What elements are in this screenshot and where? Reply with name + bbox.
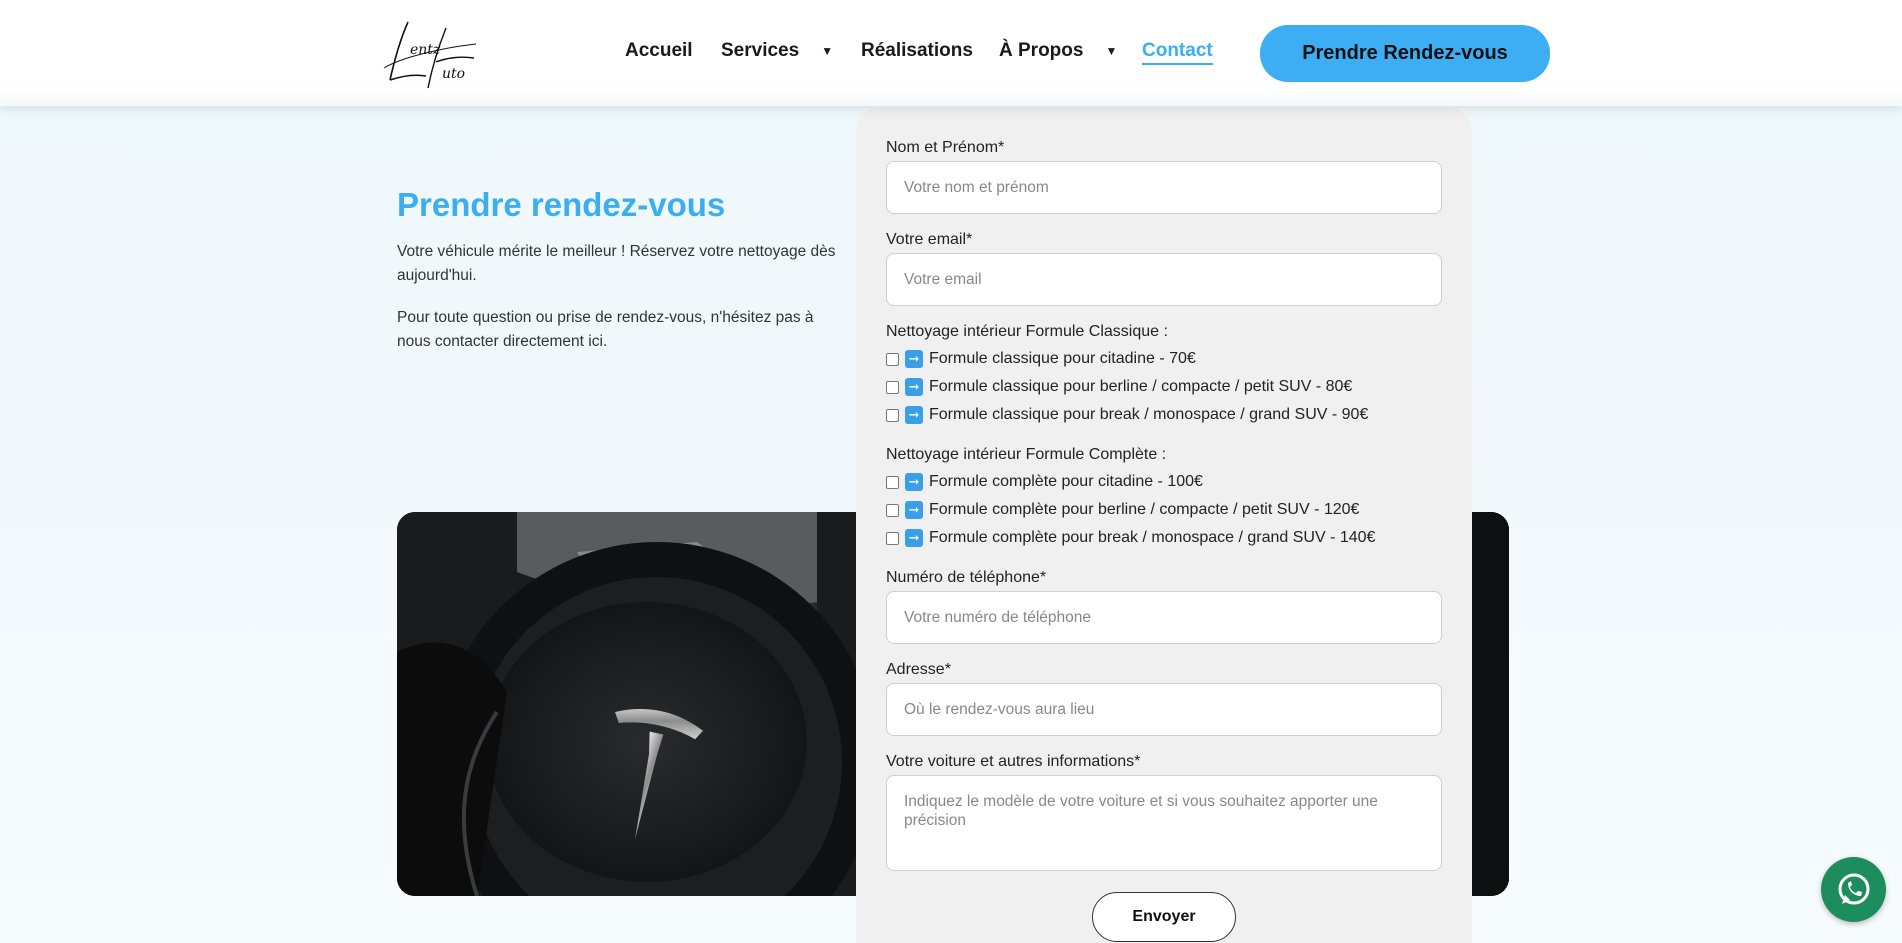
email-label: Votre email* bbox=[886, 231, 973, 248]
complete-option-1[interactable]: ➞ Formule complète pour citadine - 100€ bbox=[886, 473, 1203, 491]
complete-option-3-label: Formule complète pour break / monospace … bbox=[929, 529, 1376, 546]
nav-accueil-label: Accueil bbox=[625, 40, 693, 61]
nav-services-label: Services bbox=[721, 40, 800, 61]
classic-option-2[interactable]: ➞ Formule classique pour berline / compa… bbox=[886, 378, 1352, 396]
classic-option-3[interactable]: ➞ Formule classique pour break / monospa… bbox=[886, 406, 1368, 424]
checkbox[interactable] bbox=[886, 408, 899, 422]
whatsapp-icon bbox=[1838, 873, 1869, 904]
classic-option-1[interactable]: ➞ Formule classique pour citadine - 70€ bbox=[886, 350, 1196, 368]
checkbox[interactable] bbox=[886, 380, 899, 394]
classic-option-1-label: Formule classique pour citadine - 70€ bbox=[929, 350, 1196, 367]
submit-button[interactable]: Envoyer bbox=[1092, 892, 1236, 942]
site-header: entz uto Accueil Services ▼ Réalisations… bbox=[0, 0, 1902, 106]
checkbox[interactable] bbox=[886, 531, 899, 545]
phone-input[interactable]: Votre numéro de téléphone bbox=[886, 591, 1442, 644]
classic-option-2-label: Formule classique pour berline / compact… bbox=[929, 378, 1353, 395]
complete-option-2-label: Formule complète pour berline / compacte… bbox=[929, 501, 1360, 518]
right-arrow-icon: ➞ bbox=[905, 529, 923, 547]
nav-contact[interactable]: Contact bbox=[1142, 40, 1213, 65]
main-nav: Accueil Services ▼ Réalisations À Propos… bbox=[0, 0, 1902, 106]
right-arrow-icon: ➞ bbox=[905, 378, 923, 396]
intro-section: Prendre rendez-vous Votre véhicule mérit… bbox=[397, 186, 847, 372]
book-appointment-button[interactable]: Prendre Rendez-vous bbox=[1260, 25, 1550, 82]
checkbox[interactable] bbox=[886, 475, 899, 489]
checkbox[interactable] bbox=[886, 503, 899, 517]
right-arrow-icon: ➞ bbox=[905, 350, 923, 368]
nav-contact-label: Contact bbox=[1142, 40, 1213, 61]
intro-paragraph-1: Votre véhicule mérite le meilleur ! Rése… bbox=[397, 243, 836, 284]
right-arrow-icon: ➞ bbox=[905, 473, 923, 491]
nav-services[interactable]: Services ▼ bbox=[721, 40, 833, 62]
nav-a-propos[interactable]: À Propos ▼ bbox=[999, 40, 1117, 62]
classic-heading: Nettoyage intérieur Formule Classique : bbox=[886, 323, 1168, 340]
nav-accueil[interactable]: Accueil bbox=[625, 40, 693, 62]
complete-option-2[interactable]: ➞ Formule complète pour berline / compac… bbox=[886, 501, 1359, 519]
caret-down-icon: ▼ bbox=[1105, 44, 1118, 58]
intro-paragraph-2: Pour toute question ou prise de rendez-v… bbox=[397, 309, 814, 350]
nav-a-propos-label: À Propos bbox=[999, 40, 1084, 61]
caret-down-icon: ▼ bbox=[821, 44, 834, 58]
right-arrow-icon: ➞ bbox=[905, 501, 923, 519]
complete-option-1-label: Formule complète pour citadine - 100€ bbox=[929, 473, 1203, 490]
whatsapp-button[interactable] bbox=[1821, 857, 1886, 922]
complete-option-3[interactable]: ➞ Formule complète pour break / monospac… bbox=[886, 529, 1375, 547]
right-arrow-icon: ➞ bbox=[905, 406, 923, 424]
phone-label: Numéro de téléphone* bbox=[886, 569, 1047, 586]
page-title: Prendre rendez-vous bbox=[397, 186, 726, 223]
info-textarea[interactable]: Indiquez le modèle de votre voiture et s… bbox=[886, 775, 1442, 871]
name-input[interactable]: Votre nom et prénom bbox=[886, 161, 1442, 214]
name-label: Nom et Prénom* bbox=[886, 139, 1005, 156]
checkbox[interactable] bbox=[886, 352, 899, 366]
address-label: Adresse* bbox=[886, 661, 951, 678]
nav-realisations-label: Réalisations bbox=[861, 40, 973, 61]
email-input[interactable]: Votre email bbox=[886, 253, 1442, 306]
info-label: Votre voiture et autres informations* bbox=[886, 753, 1141, 770]
classic-option-3-label: Formule classique pour break / monospace… bbox=[929, 406, 1369, 423]
address-input[interactable]: Où le rendez-vous aura lieu bbox=[886, 683, 1442, 736]
appointment-form: Nom et Prénom* Votre nom et prénom Votre… bbox=[856, 108, 1472, 943]
complete-heading: Nettoyage intérieur Formule Complète : bbox=[886, 446, 1167, 463]
nav-realisations[interactable]: Réalisations bbox=[861, 40, 973, 62]
